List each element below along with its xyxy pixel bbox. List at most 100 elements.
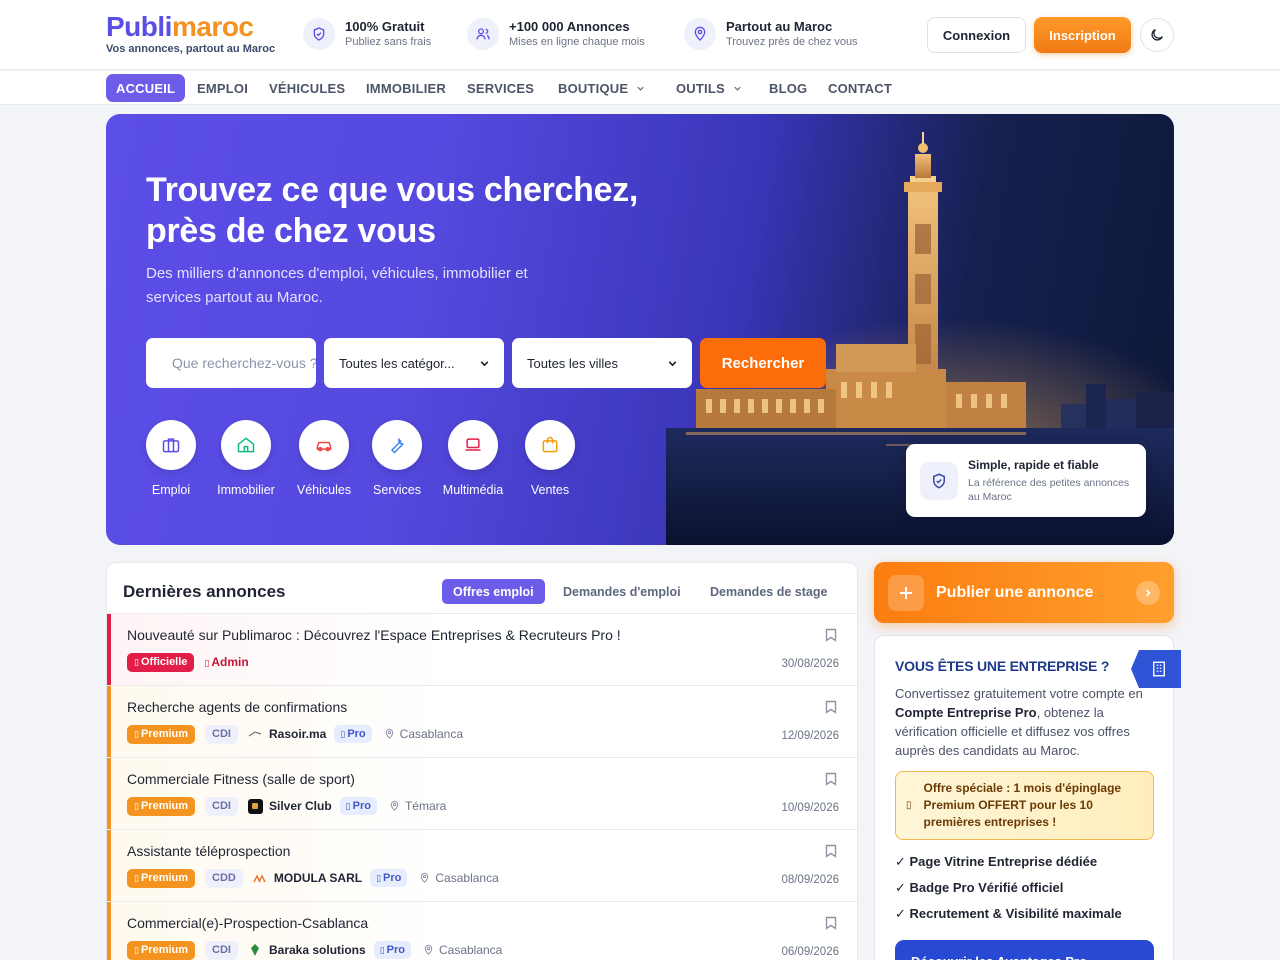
bookmark-icon[interactable] [825, 772, 837, 786]
category-multimedia[interactable]: Multimédia [435, 420, 511, 497]
business-description: Convertissez gratuitement votre compte e… [895, 684, 1157, 760]
chevron-down-icon [480, 360, 489, 366]
pro-label: Pro [352, 800, 371, 812]
shopping-bag-icon [542, 436, 558, 453]
listing-row[interactable]: Recherche agents de confirmations ▯ Premi… [107, 685, 857, 757]
nav-item-boutique[interactable]: BOUTIQUE [548, 74, 655, 102]
tab-offres-emploi[interactable]: Offres emploi [442, 579, 545, 604]
login-button[interactable]: Connexion [927, 17, 1026, 53]
offer-text: Offre spéciale : 1 mois d'épinglage Prem… [923, 781, 1122, 829]
city-select[interactable]: Toutes les villes [512, 338, 692, 388]
nav-item-vehicules[interactable]: VÉHICULES [259, 74, 355, 102]
category-ventes[interactable]: Ventes [512, 420, 588, 497]
nav-item-contact[interactable]: CONTACT [818, 74, 902, 102]
city: Casablanca [384, 727, 463, 741]
premium-badge: ▯ Premium [127, 724, 196, 744]
users-icon [467, 18, 499, 50]
search-input[interactable]: Que recherchez-vous ? [146, 338, 316, 388]
listing-title[interactable]: Commerciale Fitness (salle de sport) [127, 771, 355, 787]
map-pin-icon [684, 18, 716, 50]
bookmark-icon[interactable] [825, 916, 837, 930]
map-pin-icon [421, 872, 429, 883]
nav-item-blog[interactable]: BLOG [759, 74, 817, 102]
shield-icon [303, 18, 335, 50]
publish-ad-button[interactable]: Publier une annonce [874, 562, 1174, 623]
feature-free: 100% Gratuit Publiez sans frais [303, 18, 431, 50]
row-accent-bar [107, 614, 111, 685]
contract-type: CDD [205, 868, 243, 888]
tab-demandes-emploi[interactable]: Demandes d'emploi [552, 579, 692, 604]
building-icon [1131, 650, 1181, 688]
listing-row[interactable]: Commerciale Fitness (salle de sport) ▯ Pr… [107, 757, 857, 829]
company-label: Silver Club [268, 799, 332, 813]
category-label: Immobilier [217, 483, 275, 497]
listing-row[interactable]: Assistante téléprospection ▯ Premium CDD … [107, 829, 857, 901]
theme-toggle-button[interactable] [1140, 18, 1174, 52]
perk-item: ✓ Badge Pro Vérifié officiel [895, 880, 1064, 895]
nav-item-services[interactable]: SERVICES [457, 74, 544, 102]
pro-badge: ▯ Pro [370, 869, 408, 887]
city-label: Casablanca [438, 943, 503, 957]
perk-item: ✓ Recrutement & Visibilité maximale [895, 906, 1122, 921]
search-button[interactable]: Rechercher [700, 338, 826, 388]
city-label: Témara [404, 799, 447, 813]
feature-subtitle: Trouvez près de chez vous [726, 36, 858, 48]
listing-date: 10/09/2026 [781, 802, 839, 814]
gift-icon: ▯ [906, 800, 912, 811]
logo[interactable]: Publimaroc Vos annonces, partout au Maro… [106, 11, 275, 56]
bookmark-icon[interactable] [825, 700, 837, 714]
premium-badge: ▯ Premium [127, 868, 196, 888]
category-immobilier[interactable]: Immobilier [208, 420, 284, 497]
company-logo [253, 871, 268, 886]
badge-label: Premium [140, 728, 189, 740]
map-pin-icon [390, 800, 399, 811]
feature-listings: +100 000 Annonces Mises en ligne chaque m… [467, 18, 645, 50]
business-title: VOUS ÊTES UNE ENTREPRISE ? [895, 658, 1110, 674]
company-name[interactable]: Baraka solutions [248, 943, 366, 958]
business-card: VOUS ÊTES UNE ENTREPRISE ? Convertissez … [874, 635, 1181, 960]
nav-item-emploi[interactable]: EMPLOI [187, 74, 258, 102]
company-name[interactable]: Silver Club [247, 798, 332, 814]
listing-row[interactable]: Commercial(e)-Prospection-Csablanca ▯ Pre… [107, 901, 857, 960]
bookmark-icon[interactable] [825, 844, 837, 858]
feature-coverage: Partout au Maroc Trouvez près de chez vou… [684, 18, 858, 50]
listing-title[interactable]: Nouveauté sur Publimaroc : Découvrez l'E… [127, 627, 621, 643]
category-vehicules[interactable]: Véhicules [286, 420, 362, 497]
category-select[interactable]: Toutes les catégor... [324, 338, 504, 388]
category-emploi[interactable]: Emploi [133, 420, 209, 497]
business-text-part1: Convertissez gratuitement votre compte e… [895, 686, 1143, 701]
nav-label: OUTILS [676, 80, 725, 96]
pro-label: Pro [383, 872, 402, 884]
listing-row[interactable]: Nouveauté sur Publimaroc : Découvrez l'E… [107, 613, 857, 685]
discover-pro-button[interactable]: Découvrir les Avantages Pro [895, 940, 1154, 960]
listing-title[interactable]: Recherche agents de confirmations [127, 699, 347, 715]
tab-demandes-stage[interactable]: Demandes de stage [699, 579, 838, 604]
bookmark-icon[interactable] [825, 628, 837, 642]
contract-type: CDI [205, 724, 238, 744]
row-accent-bar [107, 830, 111, 901]
company-name[interactable]: Rasoir.ma [248, 727, 326, 742]
category-services[interactable]: Services [359, 420, 435, 497]
logo-text-maroc: maroc [171, 11, 254, 42]
contract-type: CDI [205, 796, 238, 816]
listing-title[interactable]: Assistante téléprospection [127, 843, 290, 859]
company-name[interactable]: MODULA SARL [253, 871, 362, 886]
contract-type: CDI [205, 940, 238, 960]
nav-item-immobilier[interactable]: IMMOBILIER [356, 74, 456, 102]
trust-title: Simple, rapide et fiable [968, 457, 1099, 472]
author-label: ▯ Admin [204, 655, 249, 669]
nav-item-outils[interactable]: OUTILS [666, 74, 752, 102]
listing-title[interactable]: Commercial(e)-Prospection-Csablanca [127, 915, 368, 931]
pro-badge: ▯ Pro [334, 725, 372, 743]
nav-label: CONTACT [828, 80, 892, 96]
row-accent-bar [107, 758, 111, 829]
chevron-down-icon [637, 86, 644, 91]
company-logo [247, 798, 263, 814]
nav-item-accueil[interactable]: ACCUEIL [106, 74, 186, 102]
badge-label: Premium [140, 944, 189, 956]
signup-button[interactable]: Inscription [1034, 17, 1131, 53]
badge-label: Officielle [140, 656, 188, 668]
official-badge: ▯ Officielle [127, 652, 195, 672]
car-icon [316, 441, 332, 452]
category-label: Ventes [530, 483, 570, 497]
